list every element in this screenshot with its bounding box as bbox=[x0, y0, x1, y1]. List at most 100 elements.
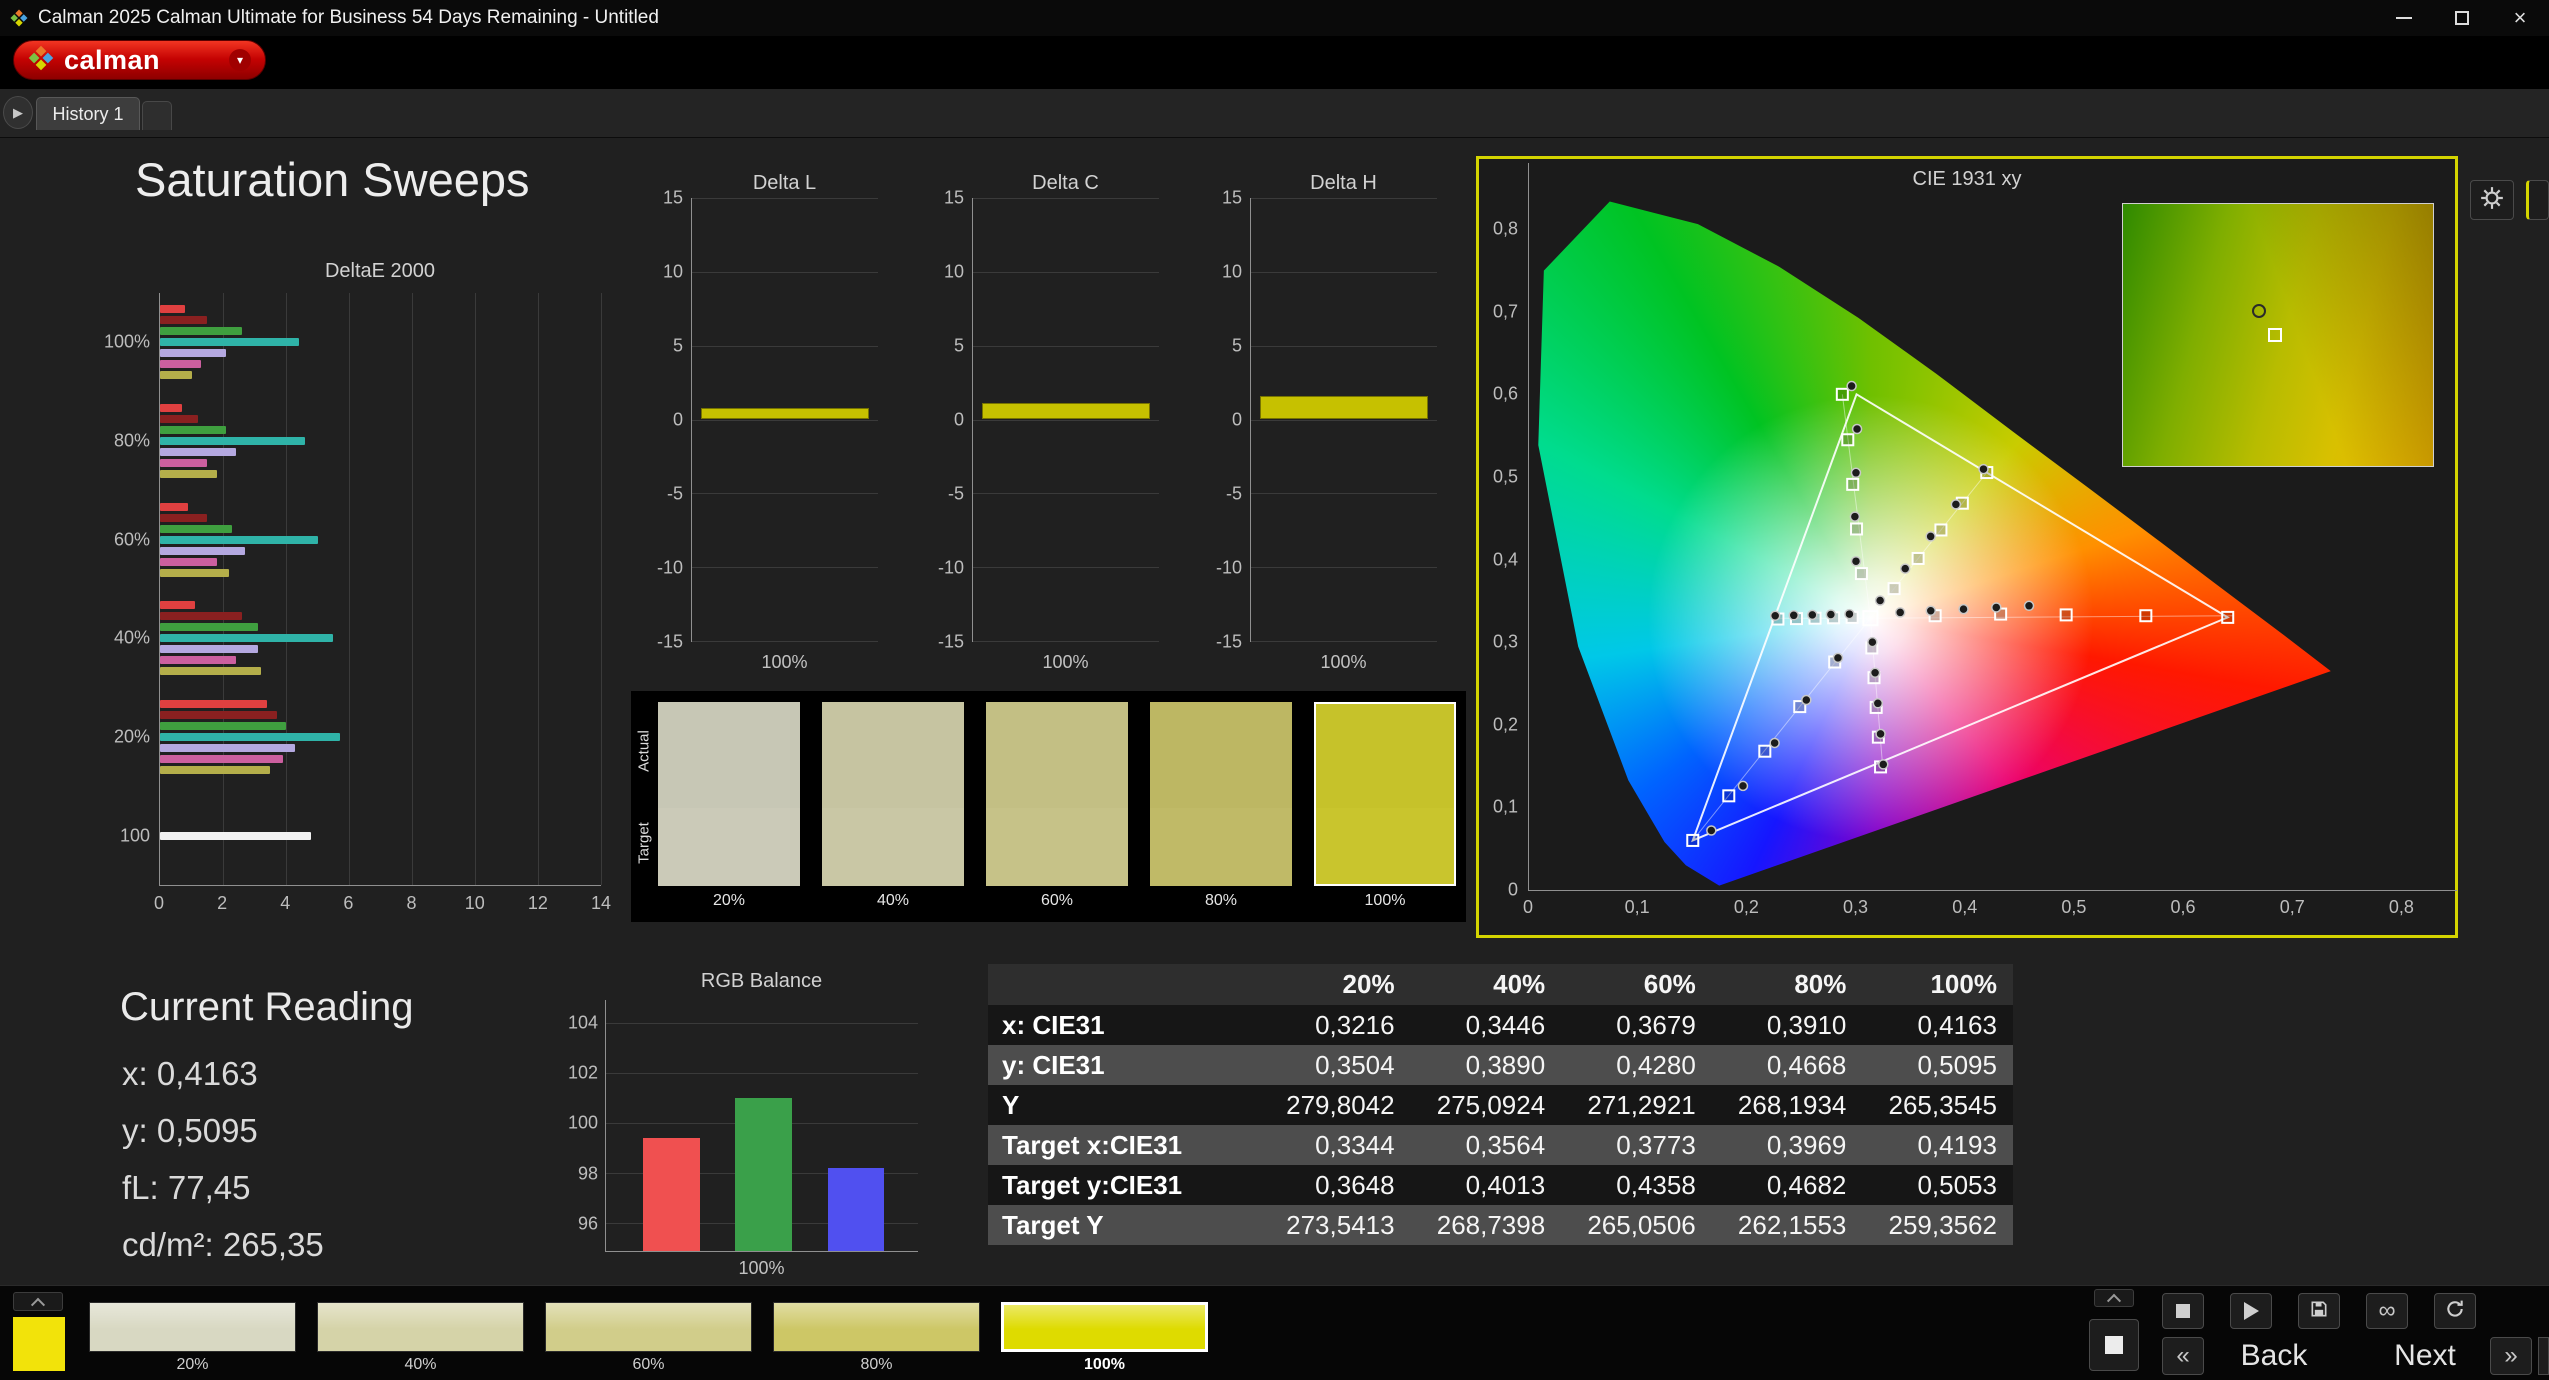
delta-c-chart-title: Delta C bbox=[1032, 172, 1099, 194]
delta-c-chart bbox=[972, 198, 1159, 642]
value-cell: 0,4163 bbox=[1917, 1010, 1997, 1040]
y-axis-tick-label: -10 bbox=[656, 557, 683, 578]
y-axis-tick-label: 100 bbox=[119, 825, 150, 846]
measured-marker bbox=[1867, 636, 1878, 648]
target-marker bbox=[2139, 609, 2153, 623]
y-axis-tick-label: 5 bbox=[672, 335, 683, 356]
pattern-level-label: 100% bbox=[1084, 1356, 1125, 1373]
tab-history-1[interactable]: History 1 bbox=[36, 97, 140, 130]
y-axis-tick-label: 5 bbox=[1231, 335, 1242, 356]
reading-line: fL: 77,45 bbox=[122, 1169, 251, 1206]
value-cell: 271,2921 bbox=[1587, 1090, 1696, 1120]
y-axis-tick-label: 0 bbox=[953, 409, 964, 430]
gridline bbox=[1251, 345, 1437, 347]
bar-group bbox=[160, 589, 601, 688]
active-pattern-swatch[interactable] bbox=[13, 1317, 65, 1371]
bar bbox=[735, 1097, 792, 1251]
delta-h-y-axis: 15 10 5 0 -5 -10 -15 bbox=[1190, 188, 1242, 652]
save-icon bbox=[2309, 1299, 2329, 1324]
measured-marker bbox=[1844, 608, 1855, 620]
x-axis-tick-label: 0,4 bbox=[1952, 897, 1978, 917]
bar bbox=[160, 612, 242, 621]
deltae-y-axis: 100% 80% 60% 40% 20% 100 bbox=[70, 293, 150, 886]
target-swatch bbox=[822, 808, 964, 886]
rgb-balance-title: RGB Balance bbox=[700, 970, 823, 992]
back-skip-button[interactable]: « bbox=[2162, 1337, 2204, 1375]
edge-button[interactable] bbox=[2538, 1337, 2549, 1375]
value-cell: 262,1553 bbox=[1737, 1210, 1847, 1240]
collapse-left-panel-button[interactable] bbox=[13, 1292, 63, 1312]
play-button[interactable] bbox=[2230, 1293, 2272, 1329]
target-marker bbox=[1854, 567, 1868, 581]
table-row: y: CIE31 0,3504 0,3890 0,4280 0,4668 0,5095 bbox=[988, 1045, 2013, 1085]
save-button[interactable] bbox=[2298, 1293, 2340, 1329]
pattern-swatch[interactable] bbox=[1001, 1302, 1208, 1352]
x-axis-tick-label: 0,7 bbox=[2279, 897, 2305, 917]
collapse-right-panel-button[interactable] bbox=[2094, 1289, 2134, 1308]
actual-swatch bbox=[1150, 702, 1292, 808]
gridline bbox=[1251, 419, 1437, 421]
display-window-button[interactable] bbox=[2089, 1319, 2139, 1371]
refresh-icon bbox=[2445, 1299, 2465, 1324]
more-panels-button[interactable] bbox=[2526, 180, 2549, 220]
window-controls: × bbox=[2375, 0, 2549, 36]
play-icon bbox=[2243, 1302, 2259, 1320]
measured-marker bbox=[1706, 825, 1717, 836]
continuous-measure-button[interactable]: ∞ bbox=[2366, 1293, 2408, 1329]
maximize-button[interactable] bbox=[2433, 0, 2491, 36]
pattern-level[interactable]: 60% bbox=[545, 1302, 752, 1378]
target-marker bbox=[1758, 744, 1772, 758]
x-axis-tick-label: 0,1 bbox=[1624, 897, 1650, 917]
target-swatch bbox=[1150, 808, 1292, 886]
bar bbox=[160, 524, 233, 533]
pattern-swatch[interactable] bbox=[773, 1302, 980, 1352]
measured-marker bbox=[1807, 609, 1818, 621]
y-axis-tick-label: 0,6 bbox=[1492, 383, 1518, 404]
delta-l-x-label: 100% bbox=[761, 652, 808, 672]
swatch-label: 40% bbox=[876, 892, 910, 909]
y-axis-tick-label: 96 bbox=[577, 1213, 598, 1234]
row-label-cell: x: CIE31 bbox=[1002, 1010, 1105, 1040]
value-cell: 275,0924 bbox=[1436, 1090, 1546, 1120]
gridline bbox=[606, 1022, 918, 1024]
minimize-button[interactable] bbox=[2375, 0, 2433, 36]
bar bbox=[160, 710, 277, 719]
pattern-level[interactable]: 40% bbox=[317, 1302, 524, 1378]
pattern-level[interactable]: 20% bbox=[89, 1302, 296, 1378]
x-axis-tick-label: 0,8 bbox=[2388, 897, 2414, 917]
layout-nav-forward-button[interactable]: ▶ bbox=[3, 96, 33, 129]
pattern-swatch[interactable] bbox=[89, 1302, 296, 1352]
x-axis-tick-label: 4 bbox=[280, 893, 291, 913]
settings-button[interactable] bbox=[2470, 180, 2514, 220]
value-cell: 0,4668 bbox=[1766, 1050, 1847, 1080]
back-button[interactable]: Back bbox=[2214, 1337, 2334, 1375]
pattern-level[interactable]: 100% bbox=[1001, 1302, 1208, 1378]
value-cell: 0,3564 bbox=[1465, 1130, 1546, 1160]
stop-button[interactable] bbox=[2162, 1293, 2204, 1329]
sweep-line bbox=[1870, 615, 2234, 619]
pattern-swatch[interactable] bbox=[317, 1302, 524, 1352]
pattern-level[interactable]: 80% bbox=[773, 1302, 980, 1378]
measured-marker bbox=[1874, 595, 1886, 606]
calman-menu-button[interactable]: calman ▾ bbox=[13, 40, 266, 80]
swatch-column: 100% bbox=[1314, 702, 1456, 916]
calman-diamond-icon bbox=[28, 45, 54, 76]
pattern-swatch[interactable] bbox=[545, 1302, 752, 1352]
y-axis-tick-label: 60% bbox=[113, 529, 150, 550]
next-skip-button[interactable]: » bbox=[2490, 1337, 2532, 1375]
gridline bbox=[692, 493, 878, 495]
value-cell: 0,3969 bbox=[1766, 1130, 1847, 1160]
next-button[interactable]: Next bbox=[2370, 1337, 2480, 1375]
y-axis-tick-label: 0 bbox=[1507, 879, 1518, 900]
close-button[interactable]: × bbox=[2491, 0, 2549, 36]
value-cell: 273,5413 bbox=[1286, 1210, 1395, 1240]
measured-marker bbox=[1849, 511, 1861, 522]
bar-group bbox=[160, 490, 601, 589]
refresh-button[interactable] bbox=[2434, 1293, 2476, 1329]
value-cell: 0,5095 bbox=[1917, 1050, 1997, 1080]
measured-marker bbox=[1801, 694, 1812, 706]
target-swatch bbox=[658, 808, 800, 886]
gridline bbox=[973, 567, 1159, 569]
new-tab-stub[interactable] bbox=[142, 101, 172, 130]
bar-group bbox=[160, 688, 601, 787]
